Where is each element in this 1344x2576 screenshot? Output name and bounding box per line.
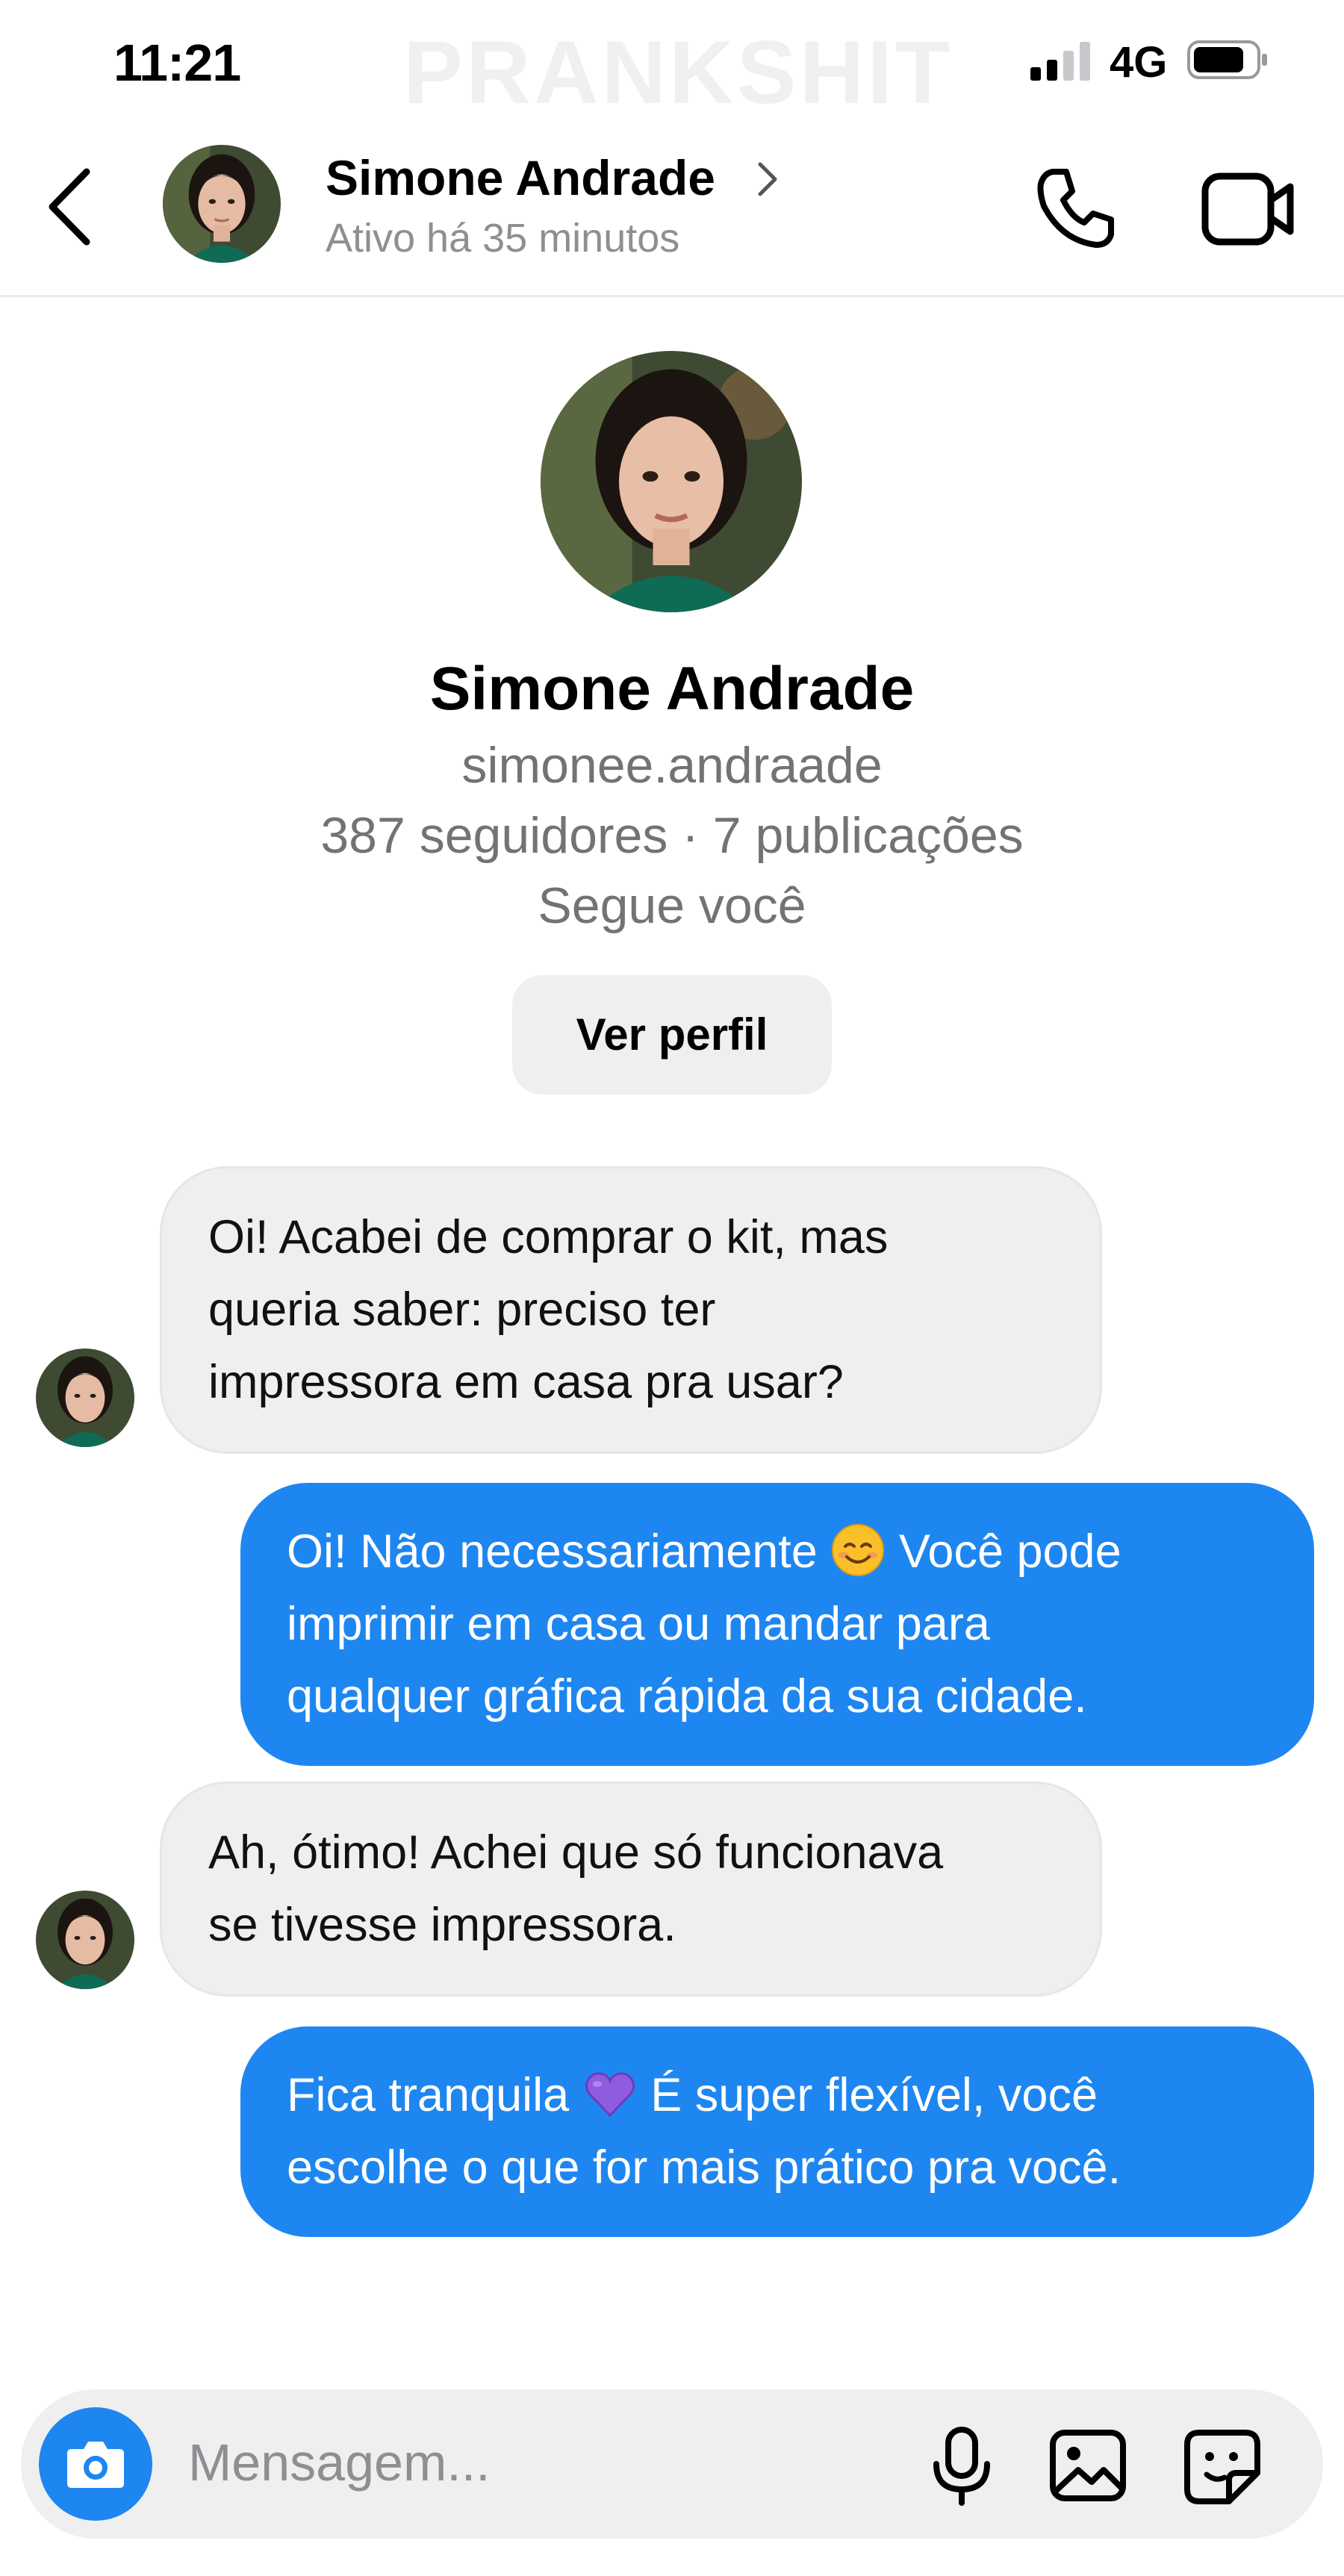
camera-icon bbox=[67, 2442, 124, 2488]
profile-avatar[interactable] bbox=[541, 351, 802, 612]
avatar-photo-icon bbox=[163, 145, 281, 263]
message-line: Ah, ótimo! Achei que só funcionava bbox=[208, 1826, 944, 1879]
status-bar: 11:21 PRANKSHIT 4G bbox=[0, 0, 1344, 127]
message-composer: Mensagem... bbox=[21, 2389, 1323, 2539]
camera-button[interactable] bbox=[39, 2407, 152, 2521]
profile-stats: 387 seguidores · 7 publicações bbox=[320, 807, 1024, 864]
message-bubble-incoming[interactable]: Oi! Acabei de comprar o kit, mas queria … bbox=[160, 1166, 1102, 1454]
message-text: Fica tranquila bbox=[287, 2069, 582, 2121]
message-line: Oi! Não necessariamente Você pode bbox=[287, 1516, 1268, 1588]
chat-header: Simone Andrade Ativo há 35 minutos bbox=[0, 127, 1344, 297]
purple-heart-icon bbox=[585, 2072, 635, 2118]
avatar[interactable] bbox=[163, 145, 281, 263]
back-chevron-icon[interactable] bbox=[43, 166, 96, 248]
message-line: imprimir em casa ou mandar para bbox=[287, 1598, 990, 1650]
phone-icon[interactable] bbox=[1030, 163, 1120, 252]
view-profile-button[interactable]: Ver perfil bbox=[512, 975, 832, 1095]
avatar-photo-icon bbox=[36, 1348, 134, 1447]
signal-icon bbox=[1030, 42, 1090, 81]
message-line: se tivesse impressora. bbox=[208, 1899, 676, 1951]
message-line: escolhe o que for mais prático pra você. bbox=[287, 2141, 1121, 2194]
contact-status: Ativo há 35 minutos bbox=[326, 216, 680, 261]
message-text: Oi! Não necessariamente bbox=[287, 1525, 831, 1578]
profile-photo-icon bbox=[541, 351, 802, 612]
avatar[interactable] bbox=[36, 1891, 134, 1989]
message-line: impressora em casa pra usar? bbox=[208, 1356, 844, 1408]
follows-you-label: Segue você bbox=[538, 877, 806, 934]
chevron-right-icon[interactable] bbox=[753, 157, 783, 202]
smiling-face-icon bbox=[832, 1524, 885, 1576]
message-line: Oi! Acabei de comprar o kit, mas bbox=[208, 1211, 889, 1263]
sticker-icon[interactable] bbox=[1181, 2427, 1263, 2504]
watermark: PRANKSHIT bbox=[403, 22, 953, 122]
avatar-photo-icon bbox=[36, 1891, 134, 1989]
message-text: É super flexível, você bbox=[637, 2069, 1098, 2121]
message-line: queria saber: preciso ter bbox=[208, 1284, 716, 1336]
profile-name: Simone Andrade bbox=[429, 655, 915, 723]
message-input[interactable]: Mensagem... bbox=[188, 2433, 491, 2492]
network-label: 4G bbox=[1110, 38, 1168, 87]
status-time: 11:21 bbox=[113, 34, 241, 92]
avatar[interactable] bbox=[36, 1348, 134, 1447]
microphone-icon[interactable] bbox=[924, 2425, 999, 2507]
gallery-icon[interactable] bbox=[1047, 2427, 1129, 2504]
message-line: qualquer gráfica rápida da sua cidade. bbox=[287, 1670, 1087, 1723]
contact-name[interactable]: Simone Andrade bbox=[326, 149, 715, 206]
message-bubble-outgoing[interactable]: Oi! Não necessariamente Você pode imprim… bbox=[240, 1483, 1314, 1766]
profile-handle: simonee.andraade bbox=[461, 737, 883, 794]
message-line: Fica tranquila É super flexível, você bbox=[287, 2059, 1268, 2132]
message-bubble-incoming[interactable]: Ah, ótimo! Achei que só funcionava se ti… bbox=[160, 1782, 1102, 1997]
video-camera-icon[interactable] bbox=[1201, 167, 1295, 249]
message-bubble-outgoing[interactable]: Fica tranquila É super flexível, você es… bbox=[240, 2026, 1314, 2237]
battery-icon bbox=[1187, 40, 1267, 79]
message-text: Você pode bbox=[886, 1525, 1121, 1578]
